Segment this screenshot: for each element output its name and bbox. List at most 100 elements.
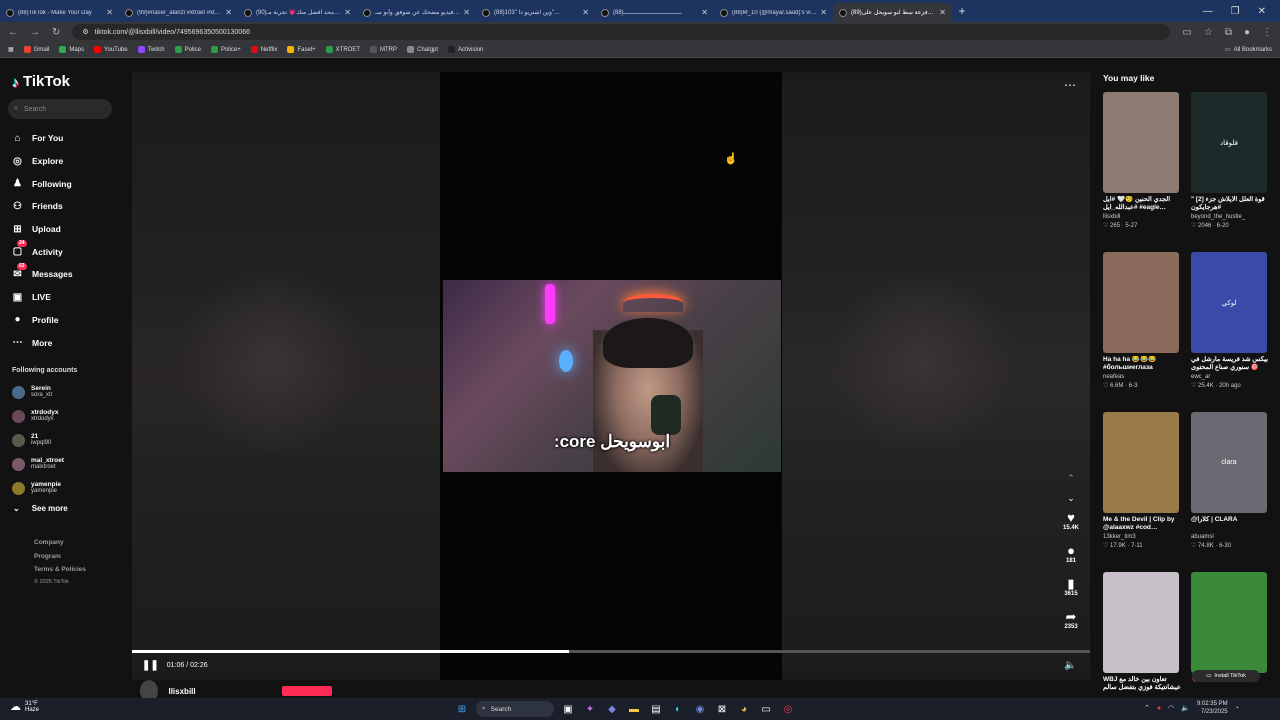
- apps-icon[interactable]: ▦: [8, 46, 14, 53]
- notification-icon[interactable]: ◔: [1235, 705, 1239, 712]
- chrome-icon[interactable]: ◕: [736, 701, 752, 717]
- card-author[interactable]: neafeas: [1103, 374, 1181, 380]
- recommendation-card[interactable]: لوكي بيكس شد فريسة مارشل في 🎯 سنوري صناع …: [1191, 252, 1269, 412]
- file-explorer-icon[interactable]: ▬: [626, 701, 642, 717]
- following-account[interactable]: Serein sora_xtr: [12, 380, 64, 404]
- video-thumbnail[interactable]: فلوقاد: [1191, 92, 1267, 193]
- close-tab-icon[interactable]: ✕: [582, 8, 589, 17]
- bookmark-item[interactable]: Maps: [59, 46, 84, 53]
- bookmark-item[interactable]: XTROET: [325, 46, 360, 53]
- sidebar-item-explore[interactable]: ◎ Explore: [12, 150, 122, 173]
- bookmark-item[interactable]: Police: [174, 46, 201, 53]
- url-field[interactable]: ⚙ tiktok.com/@llisxbill/video/7495696350…: [72, 24, 1171, 40]
- close-window-icon[interactable]: ✕: [1258, 6, 1266, 17]
- sidebar-item-activity[interactable]: ▢ 24 Activity: [12, 240, 122, 263]
- sidebar-item-messages[interactable]: ✉ 63 Messages: [12, 262, 122, 286]
- card-author[interactable]: llisxbill: [1103, 214, 1181, 220]
- browser-tab[interactable]: (88)ـــــــــــــــــــــــــــــــــ ✕: [595, 3, 714, 22]
- profile-avatar-icon[interactable]: ●: [1244, 27, 1250, 38]
- footer-link[interactable]: Terms & Policies: [34, 563, 86, 577]
- sidebar-item-live[interactable]: ▣ LIVE: [12, 286, 122, 309]
- bookmark-item[interactable]: Netflix: [250, 46, 277, 53]
- card-author[interactable]: abuamsl: [1191, 534, 1269, 540]
- following-account[interactable]: yamenpie yamenpie: [12, 476, 64, 500]
- browser-tab[interactable]: (90)محد افضل منك💗 تجربة مـ… ✕: [238, 3, 357, 22]
- follow-button[interactable]: [281, 686, 332, 696]
- video-thumbnail[interactable]: clara: [1191, 412, 1267, 513]
- bookmark-item[interactable]: MTRP: [370, 46, 397, 53]
- taskbar-search[interactable]: ⌕ Search: [476, 701, 554, 717]
- extensions-icon[interactable]: ⧉: [1225, 27, 1232, 38]
- browser-tab[interactable]: (88)وين اشتريو دا "103"… ✕: [476, 3, 595, 22]
- speaker-icon[interactable]: 🔈: [1181, 704, 1190, 712]
- all-bookmarks-button[interactable]: ▭ All Bookmarks: [1225, 46, 1272, 54]
- close-tab-icon[interactable]: ✕: [106, 8, 113, 17]
- minimize-icon[interactable]: —: [1203, 6, 1213, 17]
- menu-icon[interactable]: ⋮: [1262, 27, 1272, 38]
- forward-icon[interactable]: →: [30, 27, 40, 38]
- tiktok-logo[interactable]: ♪ TikTok: [12, 73, 70, 90]
- sidebar-item-profile[interactable]: ● Profile: [12, 309, 122, 332]
- chevron-down-icon[interactable]: ⌄: [1064, 488, 1078, 508]
- card-author[interactable]: 13kker_tim3: [1103, 534, 1181, 540]
- bookmark-item[interactable]: Chatgpt: [407, 46, 438, 53]
- chevron-up-icon[interactable]: ⌃: [1064, 468, 1078, 488]
- new-tab-button[interactable]: +: [952, 4, 972, 18]
- bookmark-item[interactable]: Police+: [210, 46, 241, 53]
- sidebar-item-more[interactable]: ⋯ More: [12, 331, 122, 354]
- bookmark-item[interactable]: Activision: [448, 46, 483, 53]
- share-button[interactable]: ➦ 2353: [1056, 609, 1086, 642]
- video-frame[interactable]: :core ابوسويحل: [443, 280, 781, 472]
- card-author[interactable]: ewc_ar: [1191, 374, 1269, 380]
- back-icon[interactable]: ←: [8, 27, 18, 38]
- star-icon[interactable]: ☆: [1204, 27, 1213, 38]
- sidebar-item-following[interactable]: ♟ Following: [12, 172, 122, 195]
- volume-icon[interactable]: 🔈: [1064, 660, 1076, 671]
- cast-icon[interactable]: ▭: [1182, 27, 1191, 38]
- close-tab-icon[interactable]: ✕: [463, 8, 470, 17]
- video-thumbnail[interactable]: [1103, 412, 1179, 513]
- recommendation-card[interactable]: Me & the Devil | Clip by @alaaxwz #cod… 1…: [1103, 412, 1181, 572]
- install-tiktok-button[interactable]: ▭ Install TikTok: [1192, 670, 1260, 682]
- maximize-icon[interactable]: ❐: [1231, 6, 1240, 17]
- video-thumbnail[interactable]: [1103, 252, 1179, 353]
- close-tab-icon[interactable]: ✕: [701, 8, 708, 17]
- video-player[interactable]: :core ابوسويحل ☝ ⋯ ⌃ ⌄ ♥ 15.4K ● 181 ▮ 3…: [132, 72, 1090, 680]
- site-info-icon[interactable]: ⚙: [82, 28, 88, 36]
- close-tab-icon[interactable]: ✕: [344, 8, 351, 17]
- edge-icon[interactable]: ◐: [670, 701, 686, 717]
- windows-start-icon[interactable]: ⊞: [454, 701, 470, 717]
- app-icon[interactable]: ◎: [780, 701, 796, 717]
- browser-tab[interactable]: (99)#naser_alanzi #xtroet #xtro… ✕: [119, 3, 238, 22]
- more-options-icon[interactable]: ⋯: [1064, 78, 1077, 92]
- search-input[interactable]: ⌕ Search: [8, 99, 112, 119]
- terminal-icon[interactable]: ▭: [758, 701, 774, 717]
- bookmark-item[interactable]: YouTube: [94, 46, 128, 53]
- footer-link[interactable]: Program: [34, 550, 86, 564]
- progress-bar[interactable]: [132, 650, 1090, 653]
- card-author[interactable]: beyond_the_hustle_: [1191, 214, 1269, 220]
- browser-tab[interactable]: (89)فزعة سط لبو سويحل على… ✕: [833, 3, 952, 22]
- following-account[interactable]: xtrdodyx xtrdodyx: [12, 404, 64, 428]
- browser-tab[interactable]: (88)M_10 (@mayar.saud)'s vide… ✕: [714, 3, 833, 22]
- microphone-icon[interactable]: ●: [1157, 705, 1161, 712]
- sidebar-item-for-you[interactable]: ⌂ For You: [12, 127, 122, 150]
- recommendation-card[interactable]: الجدي الحنين 🧐🤍 #ايل #عبدالله_ايل #eagle…: [1103, 92, 1181, 252]
- save-button[interactable]: ▮ 3615: [1056, 576, 1086, 609]
- bookmark-item[interactable]: Twitch: [137, 46, 165, 53]
- store-icon[interactable]: ▤: [648, 701, 664, 717]
- recommendation-card[interactable]: Ha ha ha 😂😂😂 #большиеглаза neafeas ♡ 6.6M …: [1103, 252, 1181, 412]
- video-thumbnail[interactable]: [1191, 572, 1267, 673]
- teams-icon[interactable]: ◆: [604, 701, 620, 717]
- pause-icon[interactable]: ❚❚: [142, 660, 159, 671]
- sidebar-item-friends[interactable]: ⚇ Friends: [12, 195, 122, 218]
- close-tab-icon[interactable]: ✕: [820, 8, 827, 17]
- see-more-button[interactable]: ⌄ See more: [13, 504, 68, 513]
- wifi-icon[interactable]: ◠: [1168, 704, 1174, 712]
- clock[interactable]: 9:02:35 PM 7/23/2025: [1197, 700, 1228, 716]
- video-thumbnail[interactable]: لوكي: [1191, 252, 1267, 353]
- discord-icon[interactable]: ◉: [692, 701, 708, 717]
- author-name[interactable]: llisxbill: [168, 687, 195, 696]
- xbox-icon[interactable]: ⊠: [714, 701, 730, 717]
- recommendation-card[interactable]: clara @كلارا | CLARA abuamsl ♡ 74.8K · 6-30: [1191, 412, 1269, 572]
